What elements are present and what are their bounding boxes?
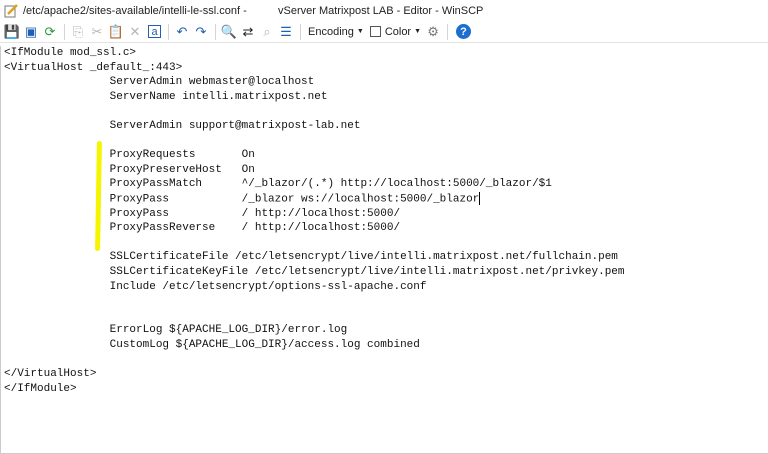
toolbar: 💾 ▣ ⟳ ⎘ ✂ 📋 ✕ a ↶ ↷ 🔍 ⇄ ⌕ ☰ Encoding ▼ Co… [0,21,768,43]
code-line: SSLCertificateFile /etc/letsencrypt/live… [4,251,618,264]
select-all-icon[interactable]: a [148,25,161,38]
redo-icon[interactable]: ↷ [192,23,210,41]
color-dropdown[interactable]: Color ▼ [369,25,422,38]
code-line: ServerAdmin webmaster@localhost [4,76,315,89]
code-line: ProxyPass / http://localhost:5000/ [4,207,401,220]
find-next-icon[interactable]: ⌕ [258,23,276,41]
window-title: vServer Matrixpost LAB - Editor - WinSCP [278,4,484,17]
file-path: /etc/apache2/sites-available/intelli-le-… [23,4,247,17]
separator [168,23,169,40]
help-button[interactable]: ? [456,24,472,39]
code-line: ErrorLog ${APACHE_LOG_DIR}/error.log [4,324,348,337]
undo-icon[interactable]: ↶ [173,23,191,41]
caret-down-icon: ▼ [356,28,364,35]
edit-file-icon [4,3,18,18]
separator [300,23,301,40]
code-line: Include /etc/letsencrypt/options-ssl-apa… [4,280,427,293]
cut-icon[interactable]: ✂ [88,23,106,41]
code-line: <VirtualHost _default_:443> [4,61,183,74]
gear-icon[interactable]: ⚙ [424,23,442,41]
reload-icon[interactable]: ⟳ [41,23,59,41]
copy-icon[interactable]: ⎘ [69,23,87,41]
code-line: ProxyRequests On [4,149,255,162]
title-bar: /etc/apache2/sites-available/intelli-le-… [0,0,768,21]
goto-line-icon[interactable]: ☰ [277,23,295,41]
code-line: SSLCertificateKeyFile /etc/letsencrypt/l… [4,265,625,278]
paste-icon[interactable]: 📋 [107,23,125,41]
code-line: ServerName intelli.matrixpost.net [4,90,328,103]
code-line: ProxyPassMatch ^/_blazor/(.*) http://loc… [4,178,552,191]
save-all-icon[interactable]: ▣ [22,23,40,41]
text-editor[interactable]: <IfModule mod_ssl.c> <VirtualHost _defaul… [0,46,768,454]
code-line: ServerAdmin support@matrixpost-lab.net [4,119,361,132]
replace-icon[interactable]: ⇄ [239,23,257,41]
code-line: ProxyPreserveHost On [4,163,255,176]
color-label: Color [384,25,412,38]
caret-down-icon: ▼ [414,28,422,35]
delete-icon[interactable]: ✕ [126,23,144,41]
separator [447,23,449,40]
code-line: <IfModule mod_ssl.c> [4,47,137,59]
separator [64,23,65,40]
code-line: </IfModule> [4,382,77,395]
text-cursor [479,191,481,205]
save-icon[interactable]: 💾 [3,23,21,41]
separator [215,23,216,40]
find-icon[interactable]: 🔍 [220,23,238,41]
encoding-dropdown[interactable]: Encoding ▼ [308,26,364,38]
code-content[interactable]: <IfModule mod_ssl.c> <VirtualHost _defaul… [4,46,625,396]
color-checkbox[interactable] [369,26,381,37]
code-line: ProxyPass /_blazor ws://localhost:5000/_… [4,191,481,206]
code-line: CustomLog ${APACHE_LOG_DIR}/access.log c… [4,338,420,351]
code-line: </VirtualHost> [4,368,97,381]
code-line: ProxyPassReverse / http://localhost:5000… [4,222,401,235]
encoding-label: Encoding [308,25,354,38]
